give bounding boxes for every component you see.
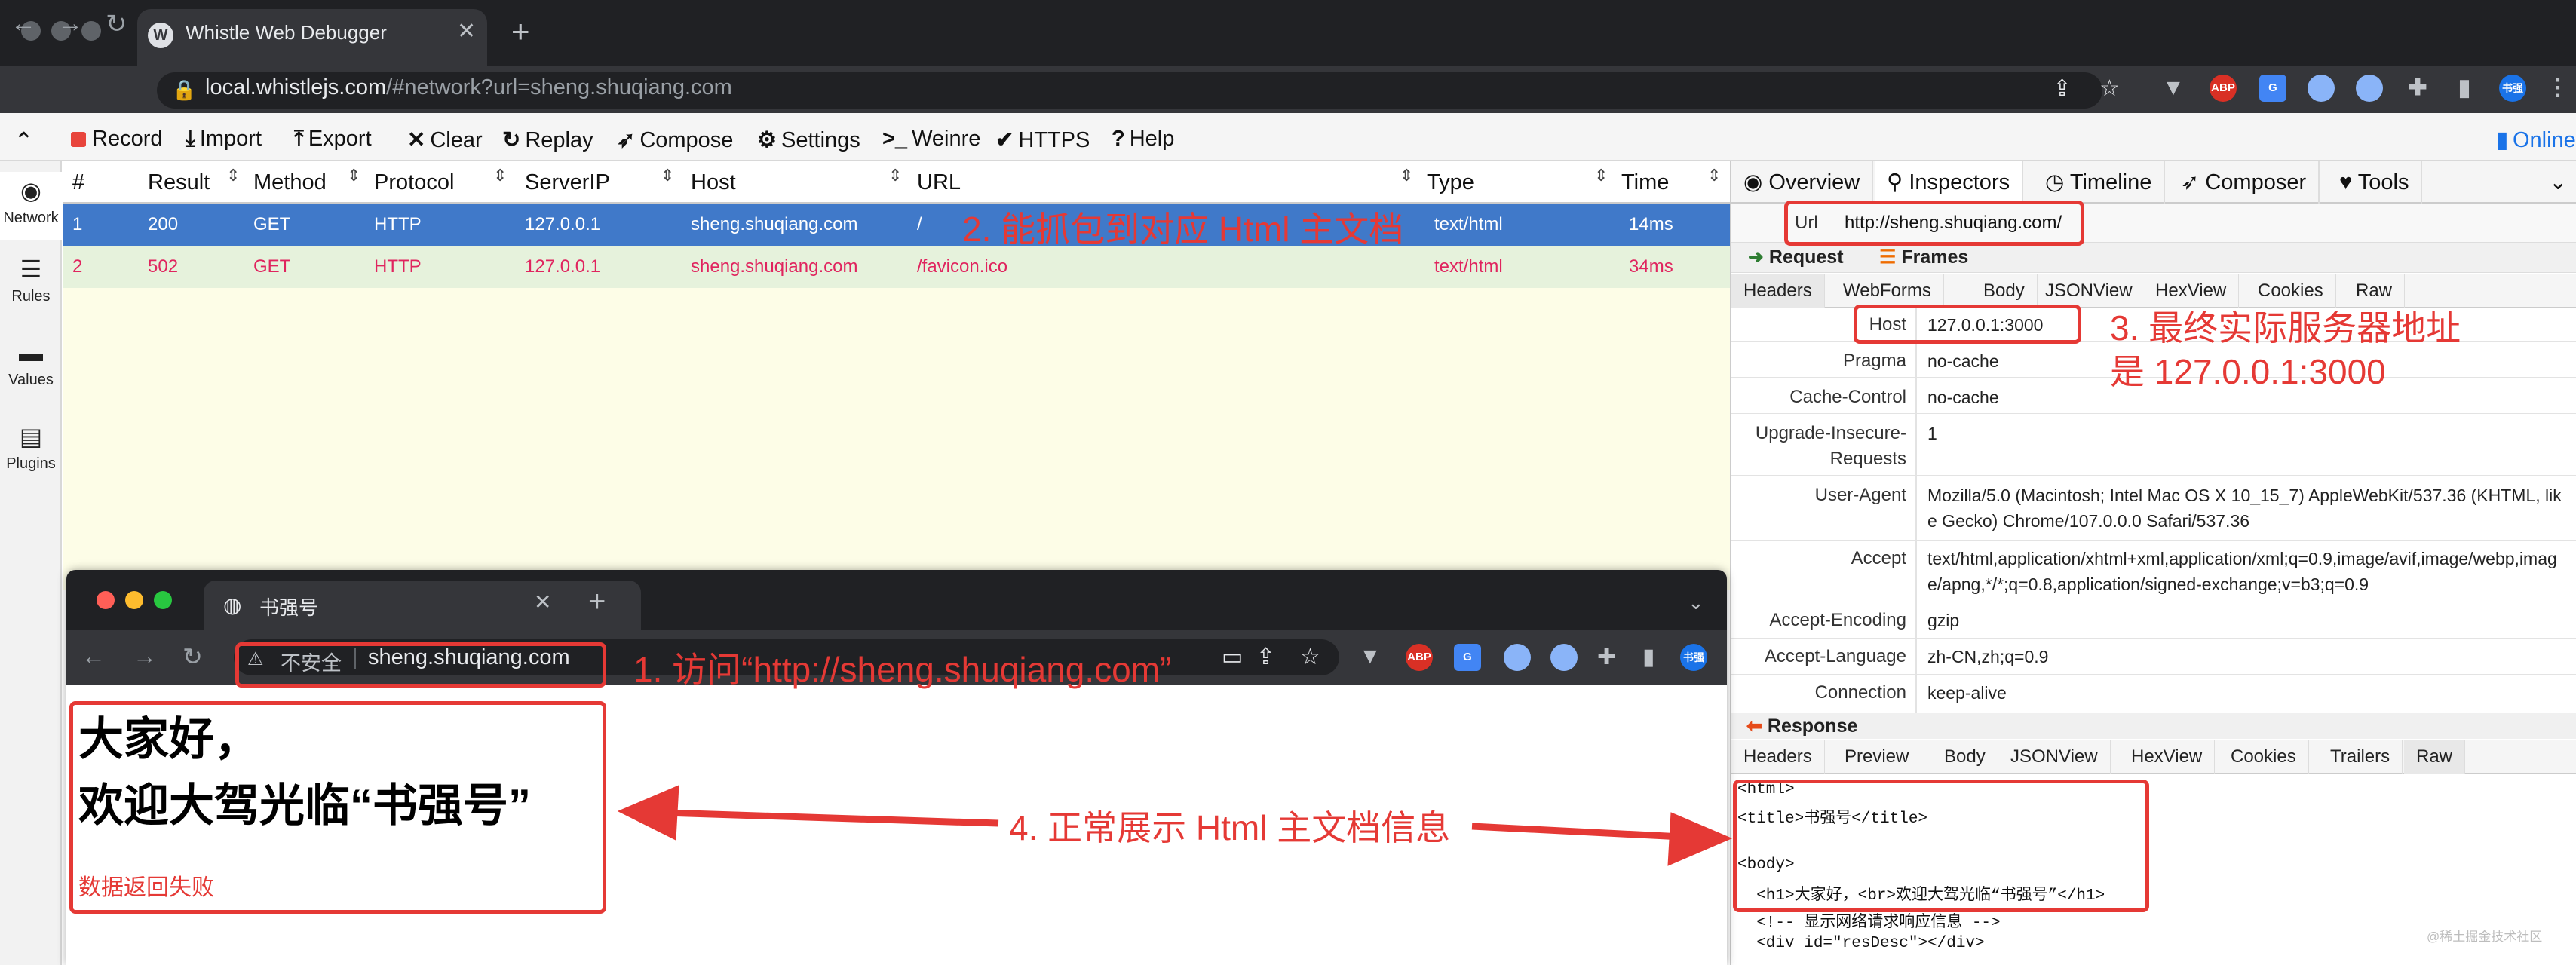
arrow-left-head [617,785,679,841]
arrow-right-line [1471,823,1682,841]
annotation-arrows [617,785,1733,866]
arrow-left-line [663,809,999,827]
arrow-right-head [1667,812,1733,866]
